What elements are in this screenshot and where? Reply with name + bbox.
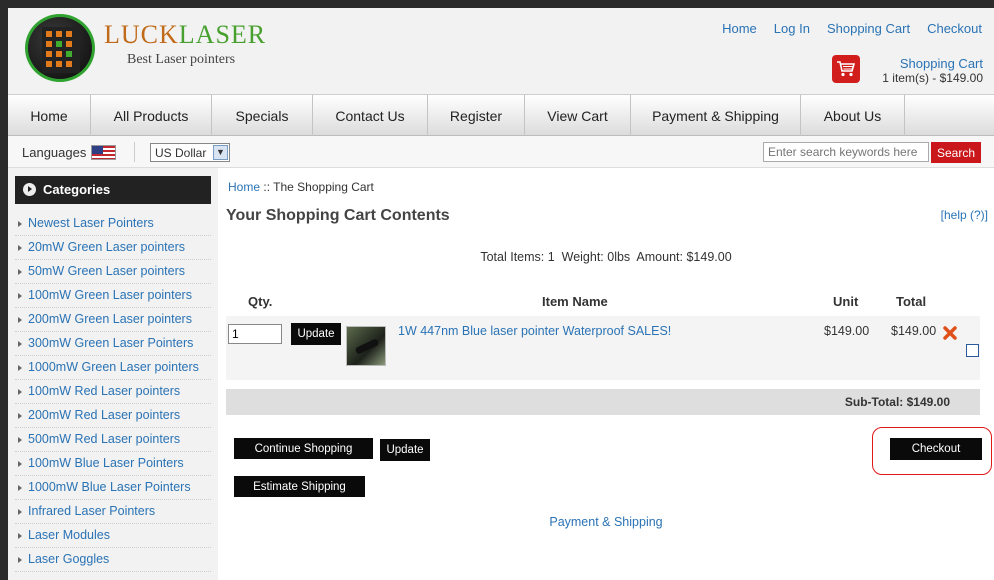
page: LUCKLASER Best Laser pointers Home Log I…: [8, 8, 994, 580]
category-link[interactable]: Laser Goggles: [28, 552, 109, 566]
brand-tagline: Best Laser pointers: [127, 52, 236, 67]
quantity-input[interactable]: [228, 324, 282, 344]
breadcrumb-separator: ::: [263, 180, 271, 194]
column-header-qty: Qty.: [248, 294, 273, 309]
category-link[interactable]: 500mW Red Laser pointers: [28, 432, 180, 446]
currency-select[interactable]: US Dollar ▼: [150, 143, 230, 162]
list-item: 50mW Green Laser pointers: [15, 260, 211, 284]
delete-x-icon[interactable]: [943, 326, 957, 340]
subtotal-bar: Sub-Total: $149.00: [226, 389, 980, 415]
brand-part1: LUCK: [104, 20, 179, 49]
top-link-home[interactable]: Home: [722, 21, 757, 36]
breadcrumb-current: The Shopping Cart: [273, 180, 374, 194]
list-item: 100mW Green Laser pointers: [15, 284, 211, 308]
brand-name[interactable]: LUCKLASER: [104, 20, 266, 50]
payment-shipping-link-row: Payment & Shipping: [218, 515, 994, 529]
list-item: 1000mW Green Laser pointers: [15, 356, 211, 380]
category-link[interactable]: 100mW Green Laser pointers: [28, 288, 192, 302]
category-link[interactable]: 300mW Green Laser Pointers: [28, 336, 193, 350]
list-item: Newest Laser Pointers: [15, 212, 211, 236]
search-input[interactable]: [763, 142, 929, 162]
toolbar-divider: [134, 142, 135, 162]
update-cart-button[interactable]: Update: [380, 439, 430, 461]
logo-cube-icon: [42, 27, 80, 73]
column-header-item-name: Item Name: [542, 294, 608, 309]
category-link[interactable]: Laser Modules: [28, 528, 110, 542]
breadcrumb-home[interactable]: Home: [228, 180, 260, 194]
currency-value: US Dollar: [155, 146, 207, 160]
product-thumbnail[interactable]: [346, 326, 386, 366]
us-flag-icon[interactable]: [91, 145, 116, 160]
page-title: Your Shopping Cart Contents: [226, 207, 450, 224]
languages-label: Languages: [22, 145, 87, 160]
line-total: $149.00: [891, 324, 937, 338]
cart-totals-line: Total Items: 1 Weight: 0lbs Amount: $149…: [480, 250, 732, 264]
nav-all-products[interactable]: All Products: [91, 95, 212, 136]
brand-part2: LASER: [178, 20, 267, 49]
table-row: Update 1W 447nm Blue laser pointer Water…: [226, 316, 980, 380]
continue-shopping-button[interactable]: Continue Shopping: [234, 438, 373, 459]
top-link-shopping-cart[interactable]: Shopping Cart: [827, 21, 910, 36]
arrow-right-circle-icon: [23, 183, 36, 196]
categories-title: Categories: [43, 182, 111, 197]
list-item: 200mW Green Laser pointers: [15, 308, 211, 332]
top-links: Home Log In Shopping Cart Checkout: [722, 21, 982, 36]
chevron-down-icon[interactable]: ▼: [213, 145, 228, 160]
category-link[interactable]: 100mW Red Laser pointers: [28, 384, 180, 398]
nav-contact-us[interactable]: Contact Us: [313, 95, 428, 136]
payment-shipping-link[interactable]: Payment & Shipping: [549, 515, 662, 529]
main-nav: Home All Products Specials Contact Us Re…: [8, 94, 994, 136]
shopping-cart-icon[interactable]: [832, 55, 860, 83]
column-header-total: Total: [896, 294, 927, 309]
nav-payment-shipping[interactable]: Payment & Shipping: [631, 95, 801, 136]
unit-price: $149.00: [824, 324, 870, 338]
list-item: 100mW Blue Laser Pointers: [15, 452, 211, 476]
category-link[interactable]: 200mW Red Laser pointers: [28, 408, 180, 422]
categories-header: Categories: [15, 176, 211, 204]
search-button[interactable]: Search: [931, 142, 981, 163]
help-link[interactable]: [help (?)]: [941, 208, 988, 222]
nav-view-cart[interactable]: View Cart: [525, 95, 631, 136]
header-cart-summary: 1 item(s) - $149.00: [882, 71, 983, 85]
remove-checkbox[interactable]: [966, 344, 979, 357]
nav-about-us[interactable]: About Us: [801, 95, 905, 136]
list-item: 1000mW Blue Laser Pointers: [15, 476, 211, 500]
category-link[interactable]: 100mW Blue Laser Pointers: [28, 456, 184, 470]
logo[interactable]: [25, 14, 95, 82]
product-link[interactable]: 1W 447nm Blue laser pointer Waterproof S…: [398, 324, 671, 338]
nav-specials[interactable]: Specials: [212, 95, 313, 136]
category-link[interactable]: 1000mW Green Laser pointers: [28, 360, 199, 374]
sidebar: Categories Newest Laser Pointers 20mW Gr…: [8, 168, 218, 580]
estimate-shipping-button[interactable]: Estimate Shipping: [234, 476, 365, 497]
list-item: Infrared Laser Pointers: [15, 500, 211, 524]
list-item: 500mW Red Laser pointers: [15, 428, 211, 452]
nav-register[interactable]: Register: [428, 95, 525, 136]
category-link[interactable]: 50mW Green Laser pointers: [28, 264, 185, 278]
list-item: Laser Modules: [15, 524, 211, 548]
update-quantity-button[interactable]: Update: [291, 323, 341, 345]
column-header-unit: Unit: [833, 294, 859, 309]
category-list: Newest Laser Pointers 20mW Green Laser p…: [15, 212, 211, 572]
nav-home[interactable]: Home: [8, 95, 91, 136]
main-content: Home :: The Shopping Cart Your Shopping …: [218, 168, 994, 580]
top-link-checkout[interactable]: Checkout: [927, 21, 982, 36]
breadcrumb: Home :: The Shopping Cart: [228, 180, 374, 194]
category-link[interactable]: 1000mW Blue Laser Pointers: [28, 480, 191, 494]
list-item: 300mW Green Laser Pointers: [15, 332, 211, 356]
category-link[interactable]: Infrared Laser Pointers: [28, 504, 155, 518]
toolbar: Languages US Dollar ▼ Search: [8, 136, 994, 168]
category-link[interactable]: Newest Laser Pointers: [28, 216, 154, 230]
top-link-login[interactable]: Log In: [774, 21, 810, 36]
category-link[interactable]: 200mW Green Laser pointers: [28, 312, 192, 326]
list-item: 200mW Red Laser pointers: [15, 404, 211, 428]
checkout-button[interactable]: Checkout: [890, 438, 982, 460]
category-link[interactable]: 20mW Green Laser pointers: [28, 240, 185, 254]
list-item: 20mW Green Laser pointers: [15, 236, 211, 260]
list-item: Laser Goggles: [15, 548, 211, 572]
list-item: 100mW Red Laser pointers: [15, 380, 211, 404]
header-cart-link[interactable]: Shopping Cart: [900, 56, 983, 71]
header: LUCKLASER Best Laser pointers Home Log I…: [8, 8, 994, 94]
